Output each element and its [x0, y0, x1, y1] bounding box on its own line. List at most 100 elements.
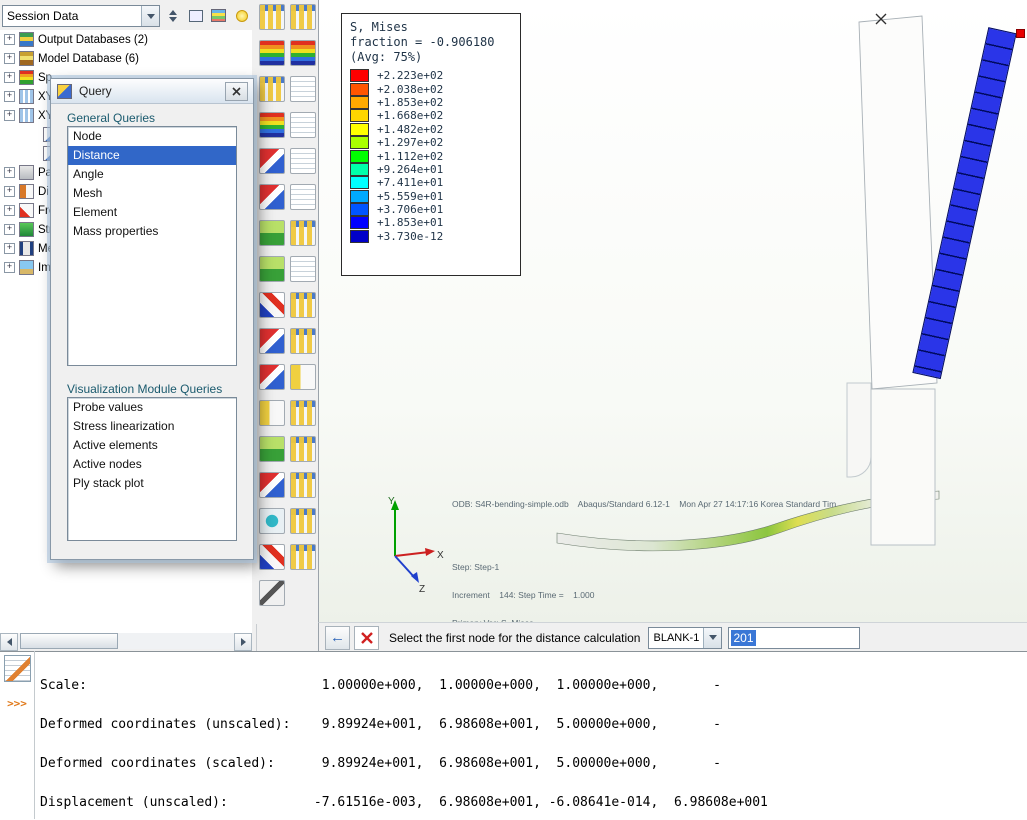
cycle-updown-button[interactable] [161, 4, 184, 27]
tree-item-label: Output Databases (2) [38, 34, 148, 46]
message-line: Deformed coordinates (scaled): 9.89924e+… [40, 757, 1025, 770]
viz-queries-label: Visualization Module Queries [67, 382, 222, 396]
query-item-node[interactable]: Node [68, 127, 236, 146]
matrix-table-icon[interactable] [290, 328, 316, 354]
query-item-ply-stack-plot[interactable]: Ply stack plot [68, 474, 236, 493]
expand-plus-icon[interactable]: + [4, 186, 15, 197]
field-output-table-icon[interactable] [259, 76, 285, 102]
cancel-procedure-button[interactable] [354, 626, 379, 650]
linearization-table-icon[interactable] [290, 436, 316, 462]
query-item-active-nodes[interactable]: Active nodes [68, 455, 236, 474]
material-orientation-icon[interactable] [259, 184, 285, 210]
tree-root-combobox[interactable]: Session Data [2, 5, 160, 27]
message-area-tab-icon[interactable] [4, 655, 31, 682]
expand-plus-icon[interactable]: + [4, 205, 15, 216]
color-swatch [350, 136, 369, 149]
expand-plus-icon[interactable]: + [4, 243, 15, 254]
animate-harmonic-icon[interactable] [290, 256, 316, 282]
activate-elements-icon[interactable] [259, 544, 285, 570]
image-icon [19, 260, 34, 275]
xy-table-icon[interactable] [290, 292, 316, 318]
path-plot-icon[interactable] [259, 364, 285, 390]
viewport[interactable]: S, Mises fraction = -0.906180 (Avg: 75%)… [318, 0, 1027, 622]
report-field-icon[interactable] [259, 400, 285, 426]
lightbulb-icon [236, 10, 248, 22]
overlay-layers-button[interactable] [207, 4, 230, 27]
node-id-input[interactable]: 201 [728, 627, 860, 649]
spectrum-list-icon[interactable] [290, 40, 316, 66]
plot-contours-icon[interactable] [259, 4, 285, 30]
expand-plus-icon[interactable]: + [4, 110, 15, 121]
path-icon [19, 165, 34, 180]
query-item-stress-linearization[interactable]: Stress linearization [68, 417, 236, 436]
tree-horizontal-scrollbar[interactable] [0, 633, 252, 649]
expand-plus-icon[interactable]: + [4, 72, 15, 83]
orientation-options-icon[interactable] [290, 184, 316, 210]
chevron-down-icon[interactable] [703, 628, 721, 648]
ply-table-icon[interactable] [290, 472, 316, 498]
ply-stack-plot-icon[interactable] [259, 472, 285, 498]
expand-plus-icon[interactable]: + [4, 34, 15, 45]
expand-plus-icon[interactable]: + [4, 167, 15, 178]
probe-values-icon[interactable] [259, 580, 285, 606]
color-swatch [350, 109, 369, 122]
activate-nodes-icon[interactable] [290, 544, 316, 570]
tree-item-output-databases[interactable]: + Output Databases (2) [0, 30, 252, 49]
tree-item-model-database[interactable]: + Model Database (6) [0, 49, 252, 68]
message-line: Deformed coordinates (unscaled): 9.89924… [40, 718, 1025, 731]
layers-icon [211, 9, 226, 22]
viz-queries-list[interactable]: Probe values Stress linearization Active… [67, 397, 237, 541]
general-queries-label: General Queries [67, 111, 155, 125]
stress-linearization-icon[interactable] [259, 436, 285, 462]
legend-entry: +1.112e+02 [350, 149, 512, 162]
color-swatch [350, 190, 369, 203]
promote-frame-button[interactable] [184, 4, 207, 27]
contour-options-icon[interactable] [290, 4, 316, 30]
general-queries-list[interactable]: Node Distance Angle Mesh Element Mass pr… [67, 126, 237, 366]
query-item-mass-properties[interactable]: Mass properties [68, 222, 236, 241]
expand-plus-icon[interactable]: + [4, 262, 15, 273]
query-item-active-elements[interactable]: Active elements [68, 436, 236, 455]
message-area-text[interactable]: Scale: 1.00000e+000, 1.00000e+000, 1.000… [40, 653, 1025, 817]
result-options-icon[interactable] [290, 112, 316, 138]
animation-options-icon[interactable] [290, 220, 316, 246]
spectrum-stack-icon[interactable] [259, 40, 285, 66]
symbol-options-icon[interactable] [290, 148, 316, 174]
query-item-probe-values[interactable]: Probe values [68, 398, 236, 417]
scroll-left-icon[interactable] [0, 633, 18, 651]
scroll-right-icon[interactable] [234, 633, 252, 651]
animate-time-history-icon[interactable] [259, 256, 285, 282]
color-swatch [350, 69, 369, 82]
color-swatch [350, 83, 369, 96]
display-group-icon [19, 184, 34, 199]
tips-button[interactable] [230, 4, 253, 27]
dialog-titlebar[interactable]: Query [51, 79, 253, 104]
expand-plus-icon[interactable]: + [4, 91, 15, 102]
view-cut-icon[interactable] [259, 508, 285, 534]
previous-step-button[interactable]: ← [325, 626, 350, 650]
query-item-element[interactable]: Element [68, 203, 236, 222]
output-database-icon [19, 32, 34, 47]
query-item-distance[interactable]: Distance [68, 146, 236, 165]
curve-operations-icon[interactable] [290, 364, 316, 390]
dialog-title: Query [79, 84, 112, 98]
animate-scale-factor-icon[interactable] [259, 220, 285, 246]
query-item-mesh[interactable]: Mesh [68, 184, 236, 203]
die-shoulder [847, 383, 871, 477]
close-button[interactable] [225, 82, 248, 101]
query-item-angle[interactable]: Angle [68, 165, 236, 184]
expand-plus-icon[interactable]: + [4, 224, 15, 235]
x-axis-label: X [437, 550, 444, 561]
symbol-plot-icon[interactable] [259, 148, 285, 174]
scrollbar-thumb[interactable] [20, 633, 118, 649]
report-table-icon[interactable] [290, 400, 316, 426]
chevron-down-icon[interactable] [141, 6, 159, 26]
color-palette-icon[interactable] [259, 112, 285, 138]
command-line-tab-icon[interactable]: >>> [4, 695, 30, 713]
section-list-icon[interactable] [290, 76, 316, 102]
view-cut-options-icon[interactable] [290, 508, 316, 534]
expand-plus-icon[interactable]: + [4, 53, 15, 64]
matrix-display-icon[interactable] [259, 328, 285, 354]
instance-combobox[interactable]: BLANK-1 [648, 627, 722, 649]
xy-from-nodes-icon[interactable] [259, 292, 285, 318]
